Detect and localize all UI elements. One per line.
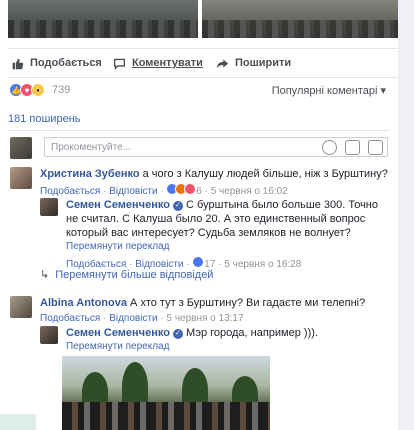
post-photos [8,0,398,38]
page-edge [398,0,414,430]
comment-text: А хто тут з Бурштину? Ви гадаєте ми теле… [130,297,366,309]
comment-timestamp[interactable]: 5 червня о 13:17 [166,313,243,324]
popular-comments-dropdown[interactable]: Популярні коментарі ▾ [272,84,386,97]
translate-link[interactable]: Перемянути переклад [66,240,384,254]
reply-timestamp[interactable]: 5 червня о 16:28 [224,259,301,270]
more-replies-link[interactable]: ↳ Перемянути більше відповідей [40,268,213,281]
like-label: Подобається [30,57,102,69]
thumbs-up-icon [12,58,24,69]
avatar[interactable] [10,296,32,318]
reply-arrow-icon: ↳ [40,269,50,281]
sticker-icon[interactable] [368,140,383,155]
side-widget [0,414,36,430]
reply-author[interactable]: Семен Семенченко [66,199,170,211]
comment-text: а чого з Калушу людей більше, ніж з Бурш… [142,168,388,180]
comment-button[interactable]: Коментувати [113,49,203,77]
avatar [10,137,32,159]
comment-icon [113,58,126,70]
comment-meta: Подобається · Відповісти · 5 червня о 13… [40,313,244,324]
comment-label: Коментувати [132,57,203,69]
like-button[interactable]: Подобається [11,49,102,77]
comment-reaction-count[interactable]: 6 [196,186,202,197]
reply-text: Мэр города, например ))). [186,327,318,339]
love-reaction-icon [184,183,197,195]
comment-author[interactable]: Albina Antonova [40,297,127,309]
more-replies-label: Перемянути більше відповідей [55,269,214,281]
reply-author[interactable]: Семен Семенченко [66,327,170,339]
share-label: Поширити [235,57,292,69]
comment-author[interactable]: Христина Зубенко [40,168,140,180]
verified-badge-icon: ✓ [172,201,183,211]
comment-composer: Прокоментуйте... [8,130,390,163]
comment-like-link[interactable]: Подобається [40,186,100,197]
post-photo-right[interactable] [202,0,398,38]
comment-meta: Подобається · Відповісти · 6 · 5 червня … [40,183,390,199]
comment-timestamp[interactable]: 5 червня о 16:02 [211,186,288,197]
share-button[interactable]: Поширити [216,49,291,77]
reaction-summary: 👍 ♥ • 739 Популярні коментарі ▾ [8,80,390,98]
share-arrow-icon [216,58,229,68]
comment-input-placeholder: Прокоментуйте... [51,142,131,153]
avatar[interactable] [10,167,32,189]
shares-count[interactable]: 181 поширень [8,113,81,125]
verified-badge-icon: ✓ [172,329,183,339]
comment-reply-link[interactable]: Відповісти [109,186,157,197]
camera-icon[interactable] [345,140,360,155]
comment-input[interactable]: Прокоментуйте... [44,137,388,157]
post-photo-left[interactable] [8,0,198,38]
avatar[interactable] [40,326,58,344]
wow-reaction-icon: • [31,83,45,97]
reaction-icons[interactable]: 👍 ♥ • [9,83,45,97]
reaction-count[interactable]: 739 [52,84,70,96]
comment-like-link[interactable]: Подобається [40,313,100,324]
translate-link[interactable]: Перемянути переклад [66,340,384,354]
post-actions-bar: Подобається Коментувати Поширити [8,48,398,78]
comment-reply-link[interactable]: Відповісти [109,313,157,324]
emoji-icon[interactable] [322,140,337,155]
avatar[interactable] [40,198,58,216]
post-card: Подобається Коментувати Поширити 👍 ♥ • 7… [0,0,398,430]
reply-photo[interactable] [62,356,270,430]
like-reaction-icon [192,256,205,268]
